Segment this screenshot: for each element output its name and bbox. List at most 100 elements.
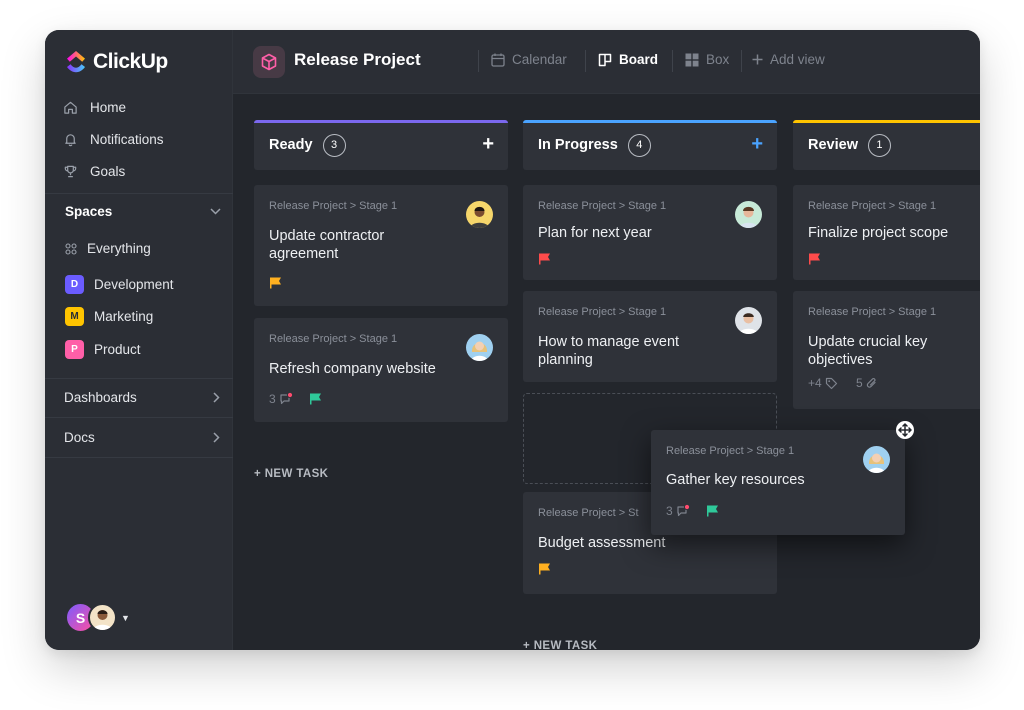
column-color-bar (523, 120, 777, 123)
tag-count-value: +4 (808, 376, 822, 390)
comment-icon (280, 392, 293, 405)
sidebar-item-marketing[interactable]: M Marketing (65, 307, 153, 326)
sidebar-item-label: Everything (87, 241, 151, 256)
task-card[interactable]: Release Project > Stage 1 How to manage … (523, 291, 777, 382)
chevron-down-icon[interactable] (210, 208, 221, 215)
add-task-plus-icon[interactable]: + (482, 133, 494, 155)
task-breadcrumb: Release Project > Stage 1 (269, 200, 398, 212)
sidebar-item-product[interactable]: P Product (65, 340, 141, 359)
sidebar-item-goals[interactable]: Goals (63, 155, 164, 187)
tab-board[interactable]: Board (598, 52, 658, 67)
column-count: 1 (867, 133, 891, 157)
project-title: Release Project (294, 50, 421, 69)
task-title: Gather key resources (666, 472, 805, 488)
view-divider (741, 50, 742, 72)
sidebar-item-development[interactable]: D Development (65, 275, 174, 294)
column-title: Ready (269, 137, 313, 153)
clickup-logo-icon (67, 51, 85, 73)
comment-count[interactable]: 3 (269, 392, 293, 406)
assignee-avatar[interactable] (735, 307, 762, 334)
project-cube-icon (253, 46, 285, 78)
priority-flag-icon[interactable] (808, 253, 821, 265)
column-color-bar (254, 120, 508, 123)
task-breadcrumb: Release Project > Stage 1 (808, 200, 937, 212)
comment-count-value: 3 (269, 392, 276, 406)
task-breadcrumb: Release Project > Stage 1 (538, 306, 667, 318)
task-breadcrumb: Release Project > St (538, 507, 639, 519)
app-window: ClickUp Home Notifications Goals Spaces (45, 30, 980, 650)
view-divider (478, 50, 479, 72)
assignee-avatar[interactable] (863, 446, 890, 473)
task-title: Finalize project scope (808, 225, 949, 241)
sidebar-item-home[interactable]: Home (63, 91, 164, 123)
sidebar-item-label: Dashboards (64, 390, 137, 405)
comment-count-value: 3 (666, 504, 673, 518)
task-title: Update crucial key objectives (808, 334, 928, 368)
chevron-right-icon (213, 432, 220, 443)
new-task-button[interactable]: + NEW TASK (523, 640, 597, 650)
tab-label: Box (706, 52, 730, 67)
column-header-review[interactable]: Review 1 (793, 120, 980, 170)
new-task-button[interactable]: + NEW TASK (254, 468, 328, 480)
task-title: Plan for next year (538, 225, 652, 241)
add-task-plus-icon[interactable]: + (751, 133, 763, 155)
board: Ready 3 + Release Project > Stage 1 Upda… (233, 95, 980, 650)
sidebar-item-label: Home (90, 99, 127, 115)
bell-icon (65, 133, 76, 146)
task-title: How to manage event planning (538, 334, 680, 368)
column-color-bar (793, 120, 980, 123)
sidebar-item-everything[interactable]: Everything (65, 241, 151, 256)
plus-icon (752, 54, 763, 65)
task-breadcrumb: Release Project > Stage 1 (808, 306, 937, 318)
task-breadcrumb: Release Project > Stage 1 (269, 333, 398, 345)
tag-count[interactable]: +4 (808, 376, 838, 390)
add-view-button[interactable]: Add view (752, 52, 825, 67)
task-card[interactable]: Release Project > Stage 1 Plan for next … (523, 185, 777, 280)
assignee-avatar[interactable] (735, 201, 762, 228)
grid-dots-icon (65, 242, 77, 255)
column-header-ready[interactable]: Ready 3 + (254, 120, 508, 170)
priority-flag-icon[interactable] (706, 505, 719, 517)
dragging-task-card[interactable]: Release Project > Stage 1 Gather key res… (651, 430, 905, 535)
task-card[interactable]: Release Project > Stage 1 Finalize proje… (793, 185, 980, 280)
column-count: 4 (627, 133, 651, 157)
chevron-right-icon (213, 392, 220, 403)
view-divider (672, 50, 673, 72)
space-badge: P (65, 340, 84, 359)
task-card[interactable]: Release Project > Stage 1 Update crucial… (793, 291, 980, 409)
sidebar-item-label: Marketing (94, 309, 154, 324)
space-badge: D (65, 275, 84, 294)
sidebar-item-notifications[interactable]: Notifications (63, 123, 164, 155)
assignee-avatar[interactable] (466, 334, 493, 361)
sidebar-divider (45, 193, 233, 194)
priority-flag-icon[interactable] (269, 277, 282, 289)
attachment-count[interactable]: 5 (856, 376, 878, 390)
tab-label: Add view (770, 52, 825, 67)
priority-flag-icon[interactable] (538, 563, 551, 575)
task-breadcrumb: Release Project > Stage 1 (666, 445, 795, 457)
sidebar-item-docs[interactable]: Docs (64, 430, 220, 445)
sidebar-divider (45, 457, 233, 458)
task-title: Update contractor agreement (269, 228, 385, 262)
priority-flag-icon[interactable] (538, 253, 551, 265)
comment-count[interactable]: 3 (666, 504, 690, 518)
sidebar-item-dashboards[interactable]: Dashboards (64, 390, 220, 405)
spaces-label: Spaces (65, 204, 113, 219)
column-header-in-progress[interactable]: In Progress 4 + (523, 120, 777, 170)
sidebar-nav: Home Notifications Goals (63, 91, 164, 187)
spaces-header[interactable]: Spaces (65, 204, 221, 219)
clickup-logo[interactable]: ClickUp (65, 50, 168, 74)
space-badge: M (65, 307, 84, 326)
assignee-avatar[interactable] (466, 201, 493, 228)
task-title: Refresh company website (269, 361, 436, 377)
sidebar-divider (45, 417, 233, 418)
task-card[interactable]: Release Project > Stage 1 Update contrac… (254, 185, 508, 306)
priority-flag-icon[interactable] (309, 393, 322, 405)
task-card[interactable]: Release Project > Stage 1 Refresh compan… (254, 318, 508, 422)
sidebar-divider (45, 378, 233, 379)
tab-calendar[interactable]: Calendar (491, 52, 567, 67)
calendar-icon (491, 53, 505, 67)
column-count: 3 (322, 133, 346, 157)
tab-box[interactable]: Box (685, 52, 729, 67)
user-menu[interactable]: S ▼ (65, 602, 130, 633)
